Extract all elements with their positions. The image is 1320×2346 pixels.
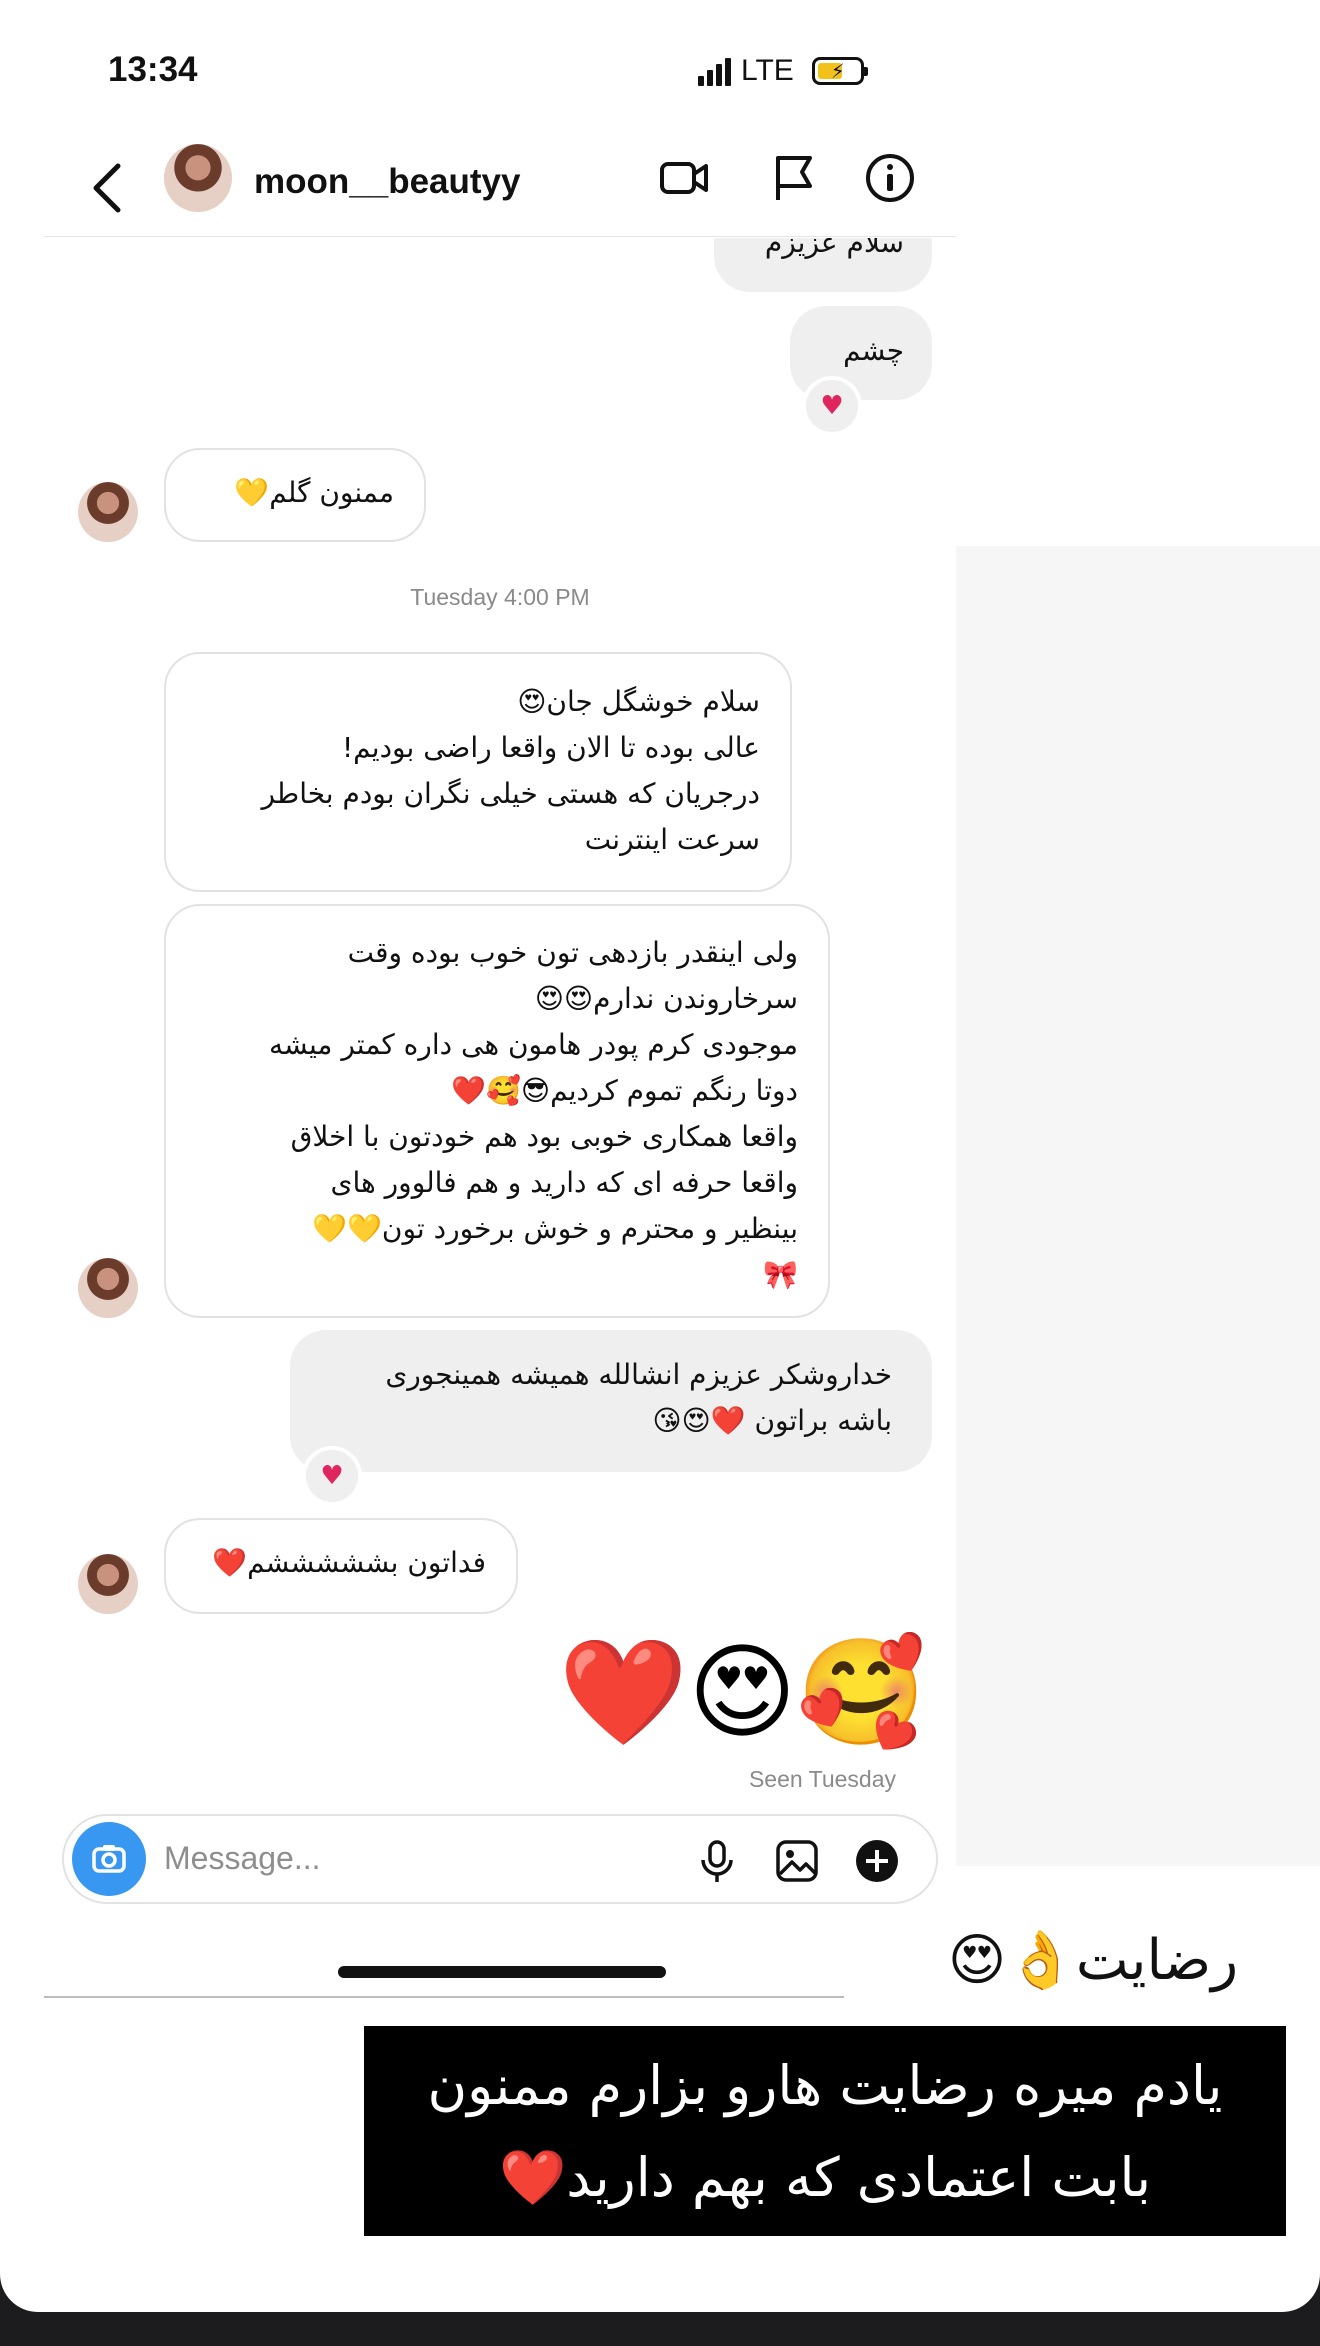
message-outgoing[interactable]: خداروشکر عزیزم انشالله همیشه همینجوری با… bbox=[290, 1330, 932, 1472]
add-icon[interactable] bbox=[854, 1838, 900, 1884]
microphone-icon[interactable] bbox=[694, 1838, 740, 1884]
camera-icon[interactable] bbox=[72, 1822, 146, 1896]
back-chevron-icon[interactable] bbox=[84, 158, 128, 228]
emoji-message[interactable]: ❤️😍🥰 bbox=[559, 1640, 926, 1744]
video-call-icon[interactable] bbox=[656, 150, 712, 206]
network-label: LTE bbox=[741, 54, 794, 87]
reaction-heart-icon[interactable]: ♥ bbox=[802, 376, 862, 436]
chat-username[interactable]: moon__beautyy bbox=[254, 162, 520, 202]
story-card: 13:34 LTE ⚡ moon__beautyy سلام عزیزم چشم bbox=[0, 0, 1320, 2312]
caption-satisfaction: رضایت👌😍 bbox=[888, 1902, 1298, 2020]
avatar bbox=[78, 1554, 138, 1614]
status-indicators: LTE ⚡ bbox=[698, 54, 868, 88]
seen-status: Seen Tuesday bbox=[748, 1766, 896, 1792]
message-incoming[interactable]: سلام خوشگل جان😍 عالی بوده تا الان واقعا … bbox=[164, 652, 792, 892]
battery-icon: ⚡ bbox=[811, 57, 868, 85]
avatar bbox=[78, 482, 138, 542]
message-incoming[interactable]: فداتون بشششششم❤️ bbox=[164, 1518, 518, 1614]
chat-header: moon__beautyy bbox=[44, 140, 956, 237]
avatar bbox=[78, 1258, 138, 1318]
message-incoming[interactable]: ولی اینقدر بازدهی تون خوب بوده وقت سرخار… bbox=[164, 904, 830, 1318]
home-indicator bbox=[338, 1966, 666, 1978]
background-strip bbox=[956, 546, 1320, 1866]
caption-note: یادم میره رضایت هارو بزارم ممنون بابت اع… bbox=[364, 2026, 1286, 2236]
gallery-icon[interactable] bbox=[774, 1838, 820, 1884]
info-icon[interactable] bbox=[862, 150, 918, 206]
flag-icon[interactable] bbox=[766, 150, 822, 206]
status-time: 13:34 bbox=[108, 50, 198, 89]
signal-icon bbox=[698, 56, 731, 86]
divider bbox=[44, 1996, 844, 1998]
message-composer: Message... bbox=[62, 1814, 938, 1904]
message-timestamp: Tuesday 4:00 PM bbox=[410, 584, 590, 610]
message-input[interactable]: Message... bbox=[164, 1840, 321, 1877]
reaction-heart-icon[interactable]: ♥ bbox=[302, 1446, 362, 1506]
message-incoming[interactable]: ممنون گلم💛 bbox=[164, 448, 426, 542]
avatar[interactable] bbox=[164, 144, 232, 212]
